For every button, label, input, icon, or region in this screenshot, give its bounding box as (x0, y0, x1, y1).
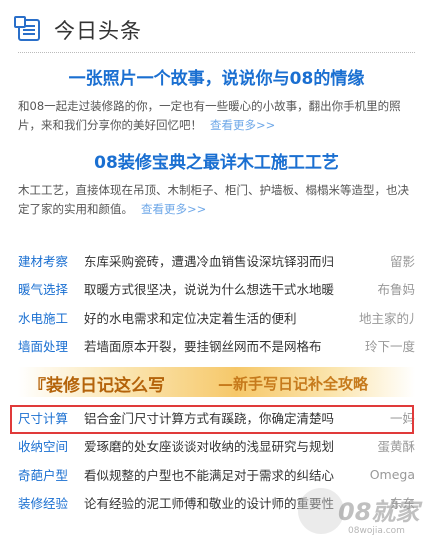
banner-sub-text: —新手写日记补全攻略 (218, 375, 369, 393)
article-title-link[interactable]: 东库采购瓷砖，遭遇冷血销售设深坑铎羽而归 (84, 251, 359, 270)
list-item[interactable]: 墙面处理 若墙面原本开裂，要挂钢丝网而不是网格布 玲下一度 (18, 332, 415, 361)
banner-bracket-mark: 『 (28, 377, 46, 398)
author-name[interactable]: 地主家的儿子 (359, 308, 415, 327)
news-panel: 今日头条 一张照片一个故事，说说你与08的情缘 和08一起走过装修路的你，一定也… (0, 0, 433, 547)
feature-story-2: 08装修宝典之最详木工施工工艺 木工工艺，直接体现在吊顶、木制柜子、柜门、护墙板… (18, 148, 415, 219)
category-link[interactable]: 水电施工 (18, 308, 84, 327)
highlight-box (10, 405, 414, 434)
category-link[interactable]: 墙面处理 (18, 336, 84, 355)
feature-story-1: 一张照片一个故事，说说你与08的情缘 和08一起走过装修路的你，一定也有一些暖心… (18, 64, 415, 135)
article-title-link[interactable]: 好的水电需求和定位决定着生活的便利 (84, 308, 359, 327)
author-name[interactable]: 蛋黄酥 (359, 436, 415, 455)
author-name[interactable]: 留影 (359, 251, 415, 270)
article-title-link[interactable]: 论有经验的泥工师傅和敬业的设计师的重要性 (84, 493, 359, 512)
article-title-link[interactable]: 看似规整的户型也不能满足对于需求的纠结心 (84, 465, 359, 484)
list-item[interactable]: 装修经验 论有经验的泥工师傅和敬业的设计师的重要性 东东 (18, 489, 415, 518)
article-list-top: 建材考察 东库采购瓷砖，遭遇冷血销售设深坑铎羽而归 留影 暖气选择 取暖方式很坚… (18, 246, 415, 360)
category-link[interactable]: 装修经验 (18, 493, 84, 512)
newspaper-icon (14, 16, 40, 41)
article-title-link[interactable]: 爱琢磨的处女座谈谈对收纳的浅显研究与规划 (84, 436, 359, 455)
feature-headline-2[interactable]: 08装修宝典之最详木工施工工艺 (18, 148, 415, 173)
list-item[interactable]: 水电施工 好的水电需求和定位决定着生活的便利 地主家的儿子 (18, 303, 415, 332)
article-title-link[interactable]: 取暖方式很坚决，说说为什么想选干式水地暖 (84, 279, 359, 298)
category-link[interactable]: 建材考察 (18, 251, 84, 270)
feature-headline-1[interactable]: 一张照片一个故事，说说你与08的情缘 (18, 64, 415, 89)
list-item[interactable]: 暖气选择 取暖方式很坚决，说说为什么想选干式水地暖 布鲁妈 (18, 275, 415, 304)
author-name[interactable]: 布鲁妈 (359, 279, 415, 298)
author-name[interactable]: 玲下一度 (359, 336, 415, 355)
see-more-link-1[interactable]: 查看更多>> (210, 118, 275, 132)
feature-desc-text-2: 木工工艺，直接体现在吊顶、木制柜子、柜门、护墙板、榻榻米等造型，也决定了家的实用… (18, 183, 409, 216)
panel-title: 今日头条 (54, 19, 142, 43)
article-title-link[interactable]: 若墙面原本开裂，要挂钢丝网而不是网格布 (84, 336, 359, 355)
feature-desc-2: 木工工艺，直接体现在吊顶、木制柜子、柜门、护墙板、榻榻米等造型，也决定了家的实用… (18, 181, 415, 219)
see-more-link-2[interactable]: 查看更多>> (141, 202, 206, 216)
feature-desc-1: 和08一起走过装修路的你，一定也有一些暖心的小故事，翻出你手机里的照片，来和我们… (18, 97, 415, 135)
list-item[interactable]: 奇葩户型 看似规整的户型也不能满足对于需求的纠结心 Omega (18, 460, 415, 489)
panel-header: 今日头条 (14, 10, 415, 50)
author-name[interactable]: Omega (359, 467, 415, 482)
author-name[interactable]: 东东 (359, 493, 415, 512)
category-link[interactable]: 暖气选择 (18, 279, 84, 298)
header-divider (18, 52, 415, 53)
banner-main-text: 装修日记这么写 (46, 376, 165, 396)
diary-guide-banner[interactable]: 『 装修日记这么写 —新手写日记补全攻略 (18, 367, 415, 398)
watermark-url: 08wojia.com (348, 526, 405, 536)
list-item[interactable]: 建材考察 东库采购瓷砖，遭遇冷血销售设深坑铎羽而归 留影 (18, 246, 415, 275)
category-link[interactable]: 奇葩户型 (18, 465, 84, 484)
list-item[interactable]: 收纳空间 爱琢磨的处女座谈谈对收纳的浅显研究与规划 蛋黄酥 (18, 432, 415, 461)
category-link[interactable]: 收纳空间 (18, 436, 84, 455)
